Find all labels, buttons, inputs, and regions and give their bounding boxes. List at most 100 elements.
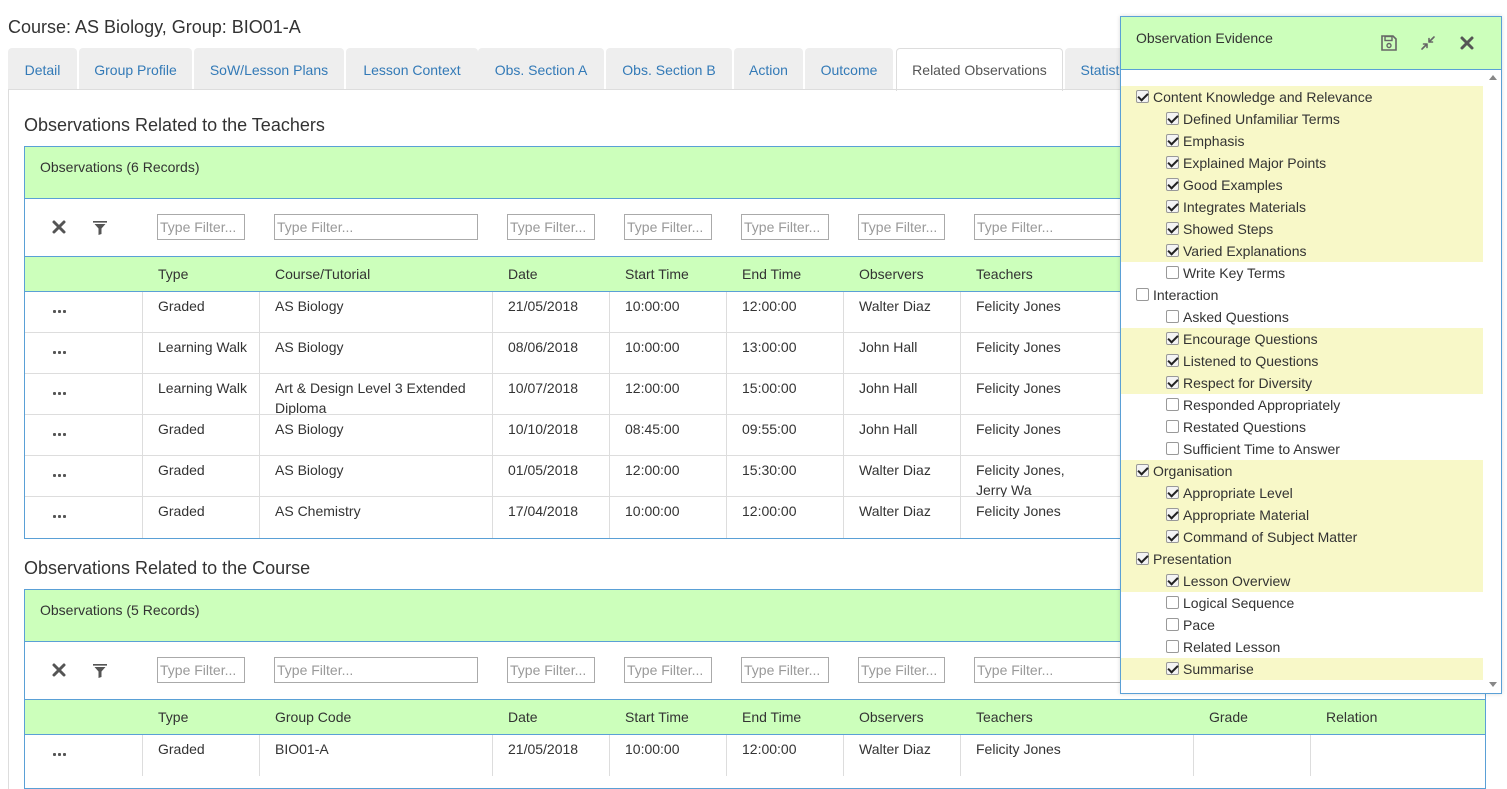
evidence-checkbox[interactable] bbox=[1166, 420, 1179, 433]
save-icon[interactable] bbox=[1380, 34, 1398, 52]
evidence-checkbox[interactable] bbox=[1166, 486, 1179, 499]
evidence-checkbox[interactable] bbox=[1166, 266, 1179, 279]
scroll-up-arrow[interactable] bbox=[1489, 75, 1497, 80]
evidence-checkbox[interactable] bbox=[1166, 332, 1179, 345]
row-menu-icon[interactable] bbox=[53, 515, 67, 519]
evidence-category[interactable]: Organisation bbox=[1121, 460, 1483, 482]
evidence-item[interactable]: Asked Questions bbox=[1121, 306, 1483, 328]
evidence-item[interactable]: Write Key Terms bbox=[1121, 262, 1483, 284]
row-menu-icon[interactable] bbox=[53, 351, 67, 355]
column-header-relation[interactable]: Relation bbox=[1326, 709, 1377, 725]
filter-date-input[interactable] bbox=[507, 657, 595, 683]
evidence-checkbox[interactable] bbox=[1166, 354, 1179, 367]
evidence-item[interactable]: Emphasis bbox=[1121, 130, 1483, 152]
column-header-date[interactable]: Date bbox=[508, 266, 538, 282]
evidence-checkbox[interactable] bbox=[1166, 574, 1179, 587]
evidence-item[interactable]: Summarise bbox=[1121, 658, 1483, 680]
evidence-checkbox[interactable] bbox=[1166, 376, 1179, 389]
column-header-end-time[interactable]: End Time bbox=[742, 709, 801, 725]
tab-detail[interactable]: Detail bbox=[8, 48, 77, 89]
tab-lesson-context[interactable]: Lesson Context bbox=[346, 48, 478, 89]
evidence-checkbox[interactable] bbox=[1166, 596, 1179, 609]
evidence-item[interactable]: Restated Questions bbox=[1121, 416, 1483, 438]
filter-observers-input[interactable] bbox=[858, 657, 945, 683]
tab-sow-lesson-plans[interactable]: SoW/Lesson Plans bbox=[194, 48, 344, 89]
column-header-type[interactable]: Type bbox=[158, 709, 188, 725]
evidence-checkbox[interactable] bbox=[1166, 618, 1179, 631]
tab-obs-section-b[interactable]: Obs. Section B bbox=[606, 48, 732, 89]
evidence-item[interactable]: Pace bbox=[1121, 614, 1483, 636]
filter-course-input[interactable] bbox=[274, 214, 478, 240]
evidence-item[interactable]: Respect for Diversity bbox=[1121, 372, 1483, 394]
evidence-checkbox[interactable] bbox=[1166, 508, 1179, 521]
evidence-checkbox[interactable] bbox=[1166, 442, 1179, 455]
filter-end-time-input[interactable] bbox=[741, 214, 829, 240]
evidence-checkbox[interactable] bbox=[1166, 200, 1179, 213]
row-menu-icon[interactable] bbox=[53, 392, 67, 396]
evidence-item[interactable]: Command of Subject Matter bbox=[1121, 526, 1483, 548]
scroll-down-arrow[interactable] bbox=[1489, 682, 1497, 687]
evidence-checkbox[interactable] bbox=[1166, 222, 1179, 235]
filter-type-input[interactable] bbox=[157, 214, 245, 240]
column-header-teachers[interactable]: Teachers bbox=[976, 709, 1033, 725]
column-header-grade[interactable]: Grade bbox=[1209, 709, 1248, 725]
evidence-item[interactable]: Lesson Overview bbox=[1121, 570, 1483, 592]
column-header-group-code[interactable]: Group Code bbox=[275, 709, 351, 725]
column-header-start-time[interactable]: Start Time bbox=[625, 266, 689, 282]
column-header-type[interactable]: Type bbox=[158, 266, 188, 282]
evidence-checkbox[interactable] bbox=[1136, 288, 1149, 301]
column-header-course[interactable]: Course/Tutorial bbox=[275, 266, 370, 282]
filter-date-input[interactable] bbox=[507, 214, 595, 240]
evidence-checkbox[interactable] bbox=[1166, 310, 1179, 323]
filter-group-code-input[interactable] bbox=[274, 657, 478, 683]
evidence-item[interactable]: Encourage Questions bbox=[1121, 328, 1483, 350]
table-row[interactable]: Graded BIO01-A 21/05/2018 10:00:00 12:00:00 W… bbox=[25, 735, 1485, 776]
column-header-date[interactable]: Date bbox=[508, 709, 538, 725]
row-menu-icon[interactable] bbox=[53, 753, 67, 757]
evidence-checkbox[interactable] bbox=[1166, 112, 1179, 125]
evidence-item[interactable]: Appropriate Level bbox=[1121, 482, 1483, 504]
minimize-icon[interactable] bbox=[1419, 34, 1437, 52]
evidence-checkbox[interactable] bbox=[1166, 156, 1179, 169]
row-menu-icon[interactable] bbox=[53, 474, 67, 478]
evidence-checkbox[interactable] bbox=[1166, 398, 1179, 411]
tab-action[interactable]: Action bbox=[734, 48, 803, 89]
evidence-category[interactable]: Interaction bbox=[1121, 284, 1483, 306]
filter-type-input[interactable] bbox=[157, 657, 245, 683]
filter-icon[interactable] bbox=[93, 221, 107, 235]
evidence-item[interactable]: Good Examples bbox=[1121, 174, 1483, 196]
row-menu-icon[interactable] bbox=[53, 433, 67, 437]
evidence-item[interactable]: Defined Unfamiliar Terms bbox=[1121, 108, 1483, 130]
close-icon[interactable] bbox=[1458, 34, 1476, 52]
column-header-observers[interactable]: Observers bbox=[859, 266, 924, 282]
filter-teachers-input[interactable] bbox=[974, 657, 1124, 683]
column-header-start-time[interactable]: Start Time bbox=[625, 709, 689, 725]
clear-filter-icon[interactable] bbox=[51, 662, 67, 678]
column-header-teachers[interactable]: Teachers bbox=[976, 266, 1033, 282]
evidence-item[interactable]: Logical Sequence bbox=[1121, 592, 1483, 614]
clear-filter-icon[interactable] bbox=[51, 219, 67, 235]
filter-end-time-input[interactable] bbox=[741, 657, 829, 683]
evidence-checkbox[interactable] bbox=[1136, 90, 1149, 103]
evidence-checkbox[interactable] bbox=[1166, 134, 1179, 147]
evidence-checkbox[interactable] bbox=[1166, 244, 1179, 257]
tab-outcome[interactable]: Outcome bbox=[805, 48, 893, 89]
filter-observers-input[interactable] bbox=[858, 214, 945, 240]
evidence-category[interactable]: Content Knowledge and Relevance bbox=[1121, 86, 1483, 108]
evidence-item[interactable]: Appropriate Material bbox=[1121, 504, 1483, 526]
row-menu-icon[interactable] bbox=[53, 310, 67, 314]
evidence-item[interactable]: Sufficient Time to Answer bbox=[1121, 438, 1483, 460]
evidence-item[interactable]: Responded Appropriately bbox=[1121, 394, 1483, 416]
column-header-end-time[interactable]: End Time bbox=[742, 266, 801, 282]
evidence-checkbox[interactable] bbox=[1136, 552, 1149, 565]
tab-obs-section-a[interactable]: Obs. Section A bbox=[478, 48, 604, 89]
evidence-item[interactable]: Listened to Questions bbox=[1121, 350, 1483, 372]
evidence-item[interactable]: Varied Explanations bbox=[1121, 240, 1483, 262]
tab-related-observations[interactable]: Related Observations bbox=[896, 48, 1063, 91]
filter-start-time-input[interactable] bbox=[624, 657, 712, 683]
evidence-category[interactable]: Presentation bbox=[1121, 548, 1483, 570]
evidence-item[interactable]: Explained Major Points bbox=[1121, 152, 1483, 174]
column-header-observers[interactable]: Observers bbox=[859, 709, 924, 725]
evidence-checkbox[interactable] bbox=[1166, 662, 1179, 675]
evidence-item[interactable]: Showed Steps bbox=[1121, 218, 1483, 240]
